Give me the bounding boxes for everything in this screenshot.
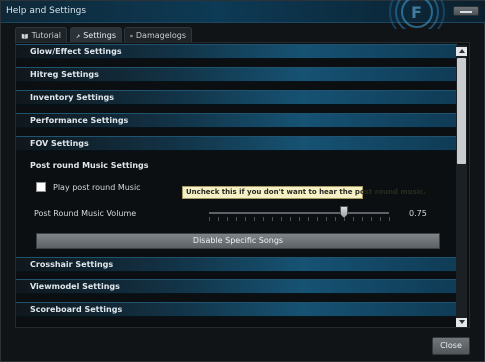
disable-songs-button[interactable]: Disable Specific Songs (36, 233, 440, 249)
category-label: Post round Music Settings (30, 161, 149, 170)
list-icon (130, 34, 133, 37)
tab-label: Damagelogs (135, 31, 186, 40)
settings-window: Help and Settings F Tutorial Settings Da… (0, 0, 485, 362)
tab-tutorial[interactable]: Tutorial (15, 27, 67, 43)
slider-tick (272, 217, 273, 221)
tab-damagelogs[interactable]: Damagelogs (124, 27, 192, 43)
wrench-icon (76, 33, 81, 38)
slider-tick (380, 217, 381, 221)
svg-text:F: F (411, 3, 422, 22)
category-hitreg[interactable]: Hitreg Settings (16, 67, 457, 82)
slider-tick (389, 217, 390, 221)
slider-tick (227, 217, 228, 221)
category-label: Inventory Settings (30, 93, 115, 102)
category-label: Crosshair Settings (30, 260, 114, 269)
title-bar[interactable]: Help and Settings F (1, 0, 485, 29)
slider-tick (362, 217, 363, 221)
window-close-button[interactable] (453, 6, 479, 16)
category-glow-effect[interactable]: Glow/Effect Settings (16, 44, 457, 59)
category-label: FOV Settings (30, 139, 89, 148)
slider-tick (290, 217, 291, 221)
category-inventory[interactable]: Inventory Settings (16, 90, 457, 105)
tooltip: Uncheck this if you don't want to hear t… (182, 186, 426, 199)
category-label: Hitreg Settings (30, 70, 99, 79)
category-fov[interactable]: FOV Settings (16, 136, 457, 151)
slider-tick (299, 217, 300, 221)
category-viewmodel[interactable]: Viewmodel Settings (16, 279, 457, 294)
tab-label: Tutorial (31, 31, 61, 40)
slider-tick (326, 217, 327, 221)
scroll-down-button[interactable] (456, 318, 467, 327)
volume-slider[interactable] (209, 212, 389, 214)
volume-value: 0.75 (409, 209, 427, 218)
category-crosshair[interactable]: Crosshair Settings (16, 257, 457, 272)
slider-tick (353, 217, 354, 221)
category-performance[interactable]: Performance Settings (16, 113, 457, 128)
scroll-up-button[interactable] (456, 47, 467, 56)
category-label: Glow/Effect Settings (30, 47, 122, 56)
slider-tick (245, 217, 246, 221)
play-music-label: Play post round Music (53, 183, 141, 192)
settings-panel: Glow/Effect Settings Hitreg Settings Inv… (15, 42, 470, 328)
category-label: Scoreboard Settings (30, 305, 123, 314)
slider-tick (317, 217, 318, 221)
arrow-up-icon (459, 49, 465, 53)
category-scoreboard[interactable]: Scoreboard Settings (16, 302, 457, 317)
play-music-checkbox[interactable] (36, 182, 46, 192)
book-icon (21, 33, 28, 39)
arrow-down-icon (459, 320, 465, 324)
slider-tick (254, 217, 255, 221)
slider-tick (344, 217, 345, 221)
slider-tick (263, 217, 264, 221)
slider-tick (308, 217, 309, 221)
volume-label: Post Round Music Volume (34, 209, 137, 218)
scrollbar-thumb[interactable] (457, 58, 466, 164)
close-button[interactable]: Close (432, 337, 470, 355)
slider-tick (236, 217, 237, 221)
slider-tick (281, 217, 282, 221)
scrollbar[interactable] (456, 45, 467, 327)
category-label: Viewmodel Settings (30, 282, 120, 291)
tab-label: Settings (83, 31, 116, 40)
slider-tick (371, 217, 372, 221)
category-post-round-music[interactable]: Post round Music Settings (16, 159, 457, 174)
slider-tick (209, 217, 210, 221)
logo-icon: F (389, 0, 445, 29)
slider-tick (218, 217, 219, 221)
minus-icon (460, 11, 472, 13)
tab-settings[interactable]: Settings (70, 27, 122, 43)
slider-tick (335, 217, 336, 221)
window-title: Help and Settings (6, 6, 87, 16)
category-label: Performance Settings (30, 116, 129, 125)
